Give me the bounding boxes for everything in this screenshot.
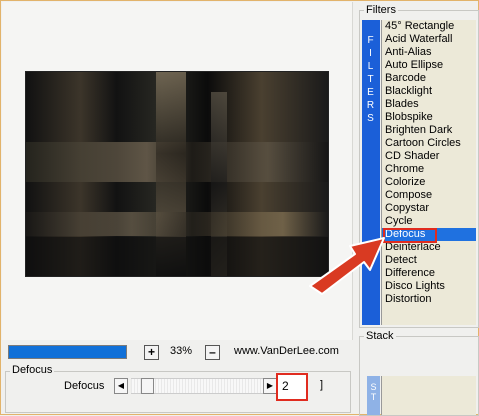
filter-item[interactable]: Cartoon Circles xyxy=(382,137,476,150)
filter-item[interactable]: Auto Ellipse xyxy=(382,59,476,72)
filter-item[interactable]: Acid Waterfall xyxy=(382,33,476,46)
filter-item[interactable]: Disco Lights xyxy=(382,280,476,293)
defocus-param-label: Defocus xyxy=(64,380,105,392)
filters-list[interactable]: 45° Rectangle Acid Waterfall Anti-Alias … xyxy=(381,20,476,325)
defocus-value: 2 xyxy=(282,379,289,393)
defocus-slider[interactable] xyxy=(131,378,267,394)
filter-item[interactable]: Blades xyxy=(382,98,476,111)
website-link[interactable]: www.VanDerLee.com xyxy=(234,345,339,357)
preview-image xyxy=(25,71,329,277)
slider-left-arrow-icon[interactable]: ◀ xyxy=(114,378,128,394)
filters-group-label: Filters xyxy=(364,4,398,16)
selection-highlight-box xyxy=(383,228,437,243)
filter-item[interactable]: CD Shader xyxy=(382,150,476,163)
slider-right-arrow-icon[interactable]: ▶ xyxy=(263,378,277,394)
filter-item[interactable]: Copystar xyxy=(382,202,476,215)
zoom-out-button[interactable]: – xyxy=(205,345,220,360)
filter-item[interactable]: Barcode xyxy=(382,72,476,85)
filter-item[interactable]: Detect xyxy=(382,254,476,267)
filter-item[interactable]: Blacklight xyxy=(382,85,476,98)
filter-item[interactable]: Chrome xyxy=(382,163,476,176)
defocus-group: Defocus ◀ ▶ 2 ] xyxy=(5,371,351,413)
filter-item[interactable]: Anti-Alias xyxy=(382,46,476,59)
filter-item[interactable]: Distortion xyxy=(382,293,476,306)
stack-list[interactable] xyxy=(381,376,476,415)
zoom-in-button[interactable]: + xyxy=(144,345,159,360)
zoom-bar: + 33% – www.VanDerLee.com xyxy=(2,340,352,362)
filter-item[interactable]: Brighten Dark xyxy=(382,124,476,137)
progress-bar xyxy=(8,345,127,359)
filter-item[interactable]: Colorize xyxy=(382,176,476,189)
zoom-level: 33% xyxy=(170,345,193,357)
bracket-text: ] xyxy=(320,379,324,391)
defocus-value-input[interactable]: 2 xyxy=(276,373,308,401)
red-arrow-icon xyxy=(309,237,385,295)
filter-item[interactable]: 45° Rectangle xyxy=(382,20,476,33)
filter-item[interactable]: Compose xyxy=(382,189,476,202)
filter-item-selected[interactable]: Defocus xyxy=(382,228,476,243)
slider-thumb[interactable] xyxy=(141,378,154,394)
stack-group-label: Stack xyxy=(364,330,396,342)
filter-item[interactable]: Difference xyxy=(382,267,476,280)
stack-vertical-label: S T xyxy=(367,376,380,415)
filter-item[interactable]: Blobspike xyxy=(382,111,476,124)
filter-item[interactable]: Cycle xyxy=(382,215,476,228)
defocus-group-label: Defocus xyxy=(10,364,55,376)
